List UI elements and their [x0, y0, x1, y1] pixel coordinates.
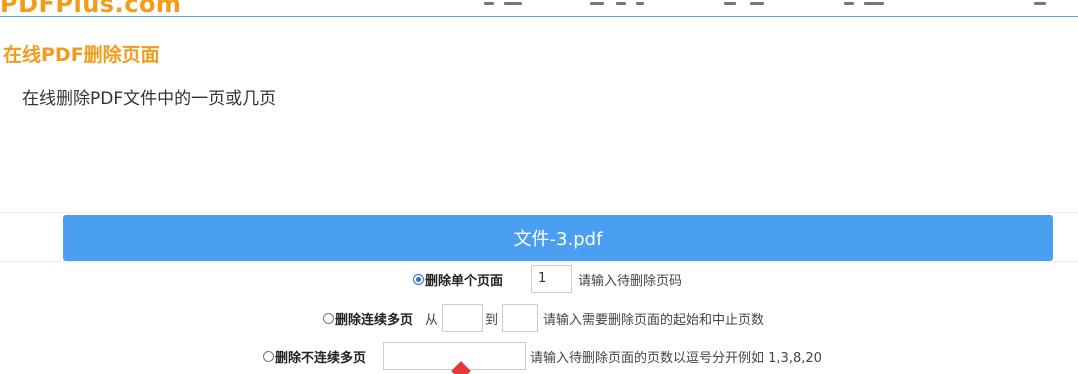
list-label[interactable]: 删除不连续多页 — [275, 347, 366, 366]
selected-file-bar[interactable]: 文件-3.pdf — [63, 215, 1053, 261]
nav-item[interactable] — [710, 0, 780, 5]
file-name: 文件-3.pdf — [513, 229, 603, 250]
file-band: 文件-3.pdf — [0, 212, 1078, 262]
nav-item[interactable] — [1020, 0, 1078, 5]
range-hint: 请输入需要删除页面的起始和中止页数 — [543, 312, 765, 328]
single-page-label[interactable]: 删除单个页面 — [425, 270, 503, 289]
list-hint: 请输入待删除页面的页数以逗号分开例如 1,3,8,20 — [530, 350, 822, 366]
range-to-label: 到 — [485, 312, 499, 328]
nav-item[interactable] — [830, 0, 900, 5]
range-to-input[interactable] — [502, 304, 539, 332]
range-radio[interactable] — [323, 312, 334, 324]
page-title: 在线PDF删除页面 — [3, 44, 160, 66]
range-label[interactable]: 删除连续多页 — [335, 309, 413, 328]
page-subtitle: 在线删除PDF文件中的一页或几页 — [22, 89, 277, 109]
nav-item[interactable] — [580, 0, 650, 5]
range-from-input[interactable] — [442, 304, 484, 332]
single-page-input[interactable]: 1 — [531, 265, 573, 293]
site-logo[interactable]: PDFPlus.com — [0, 0, 181, 16]
single-page-radio[interactable] — [413, 273, 424, 285]
range-from-label: 从 — [425, 312, 439, 328]
nav-item[interactable] — [470, 0, 540, 5]
list-radio[interactable] — [263, 350, 274, 362]
option-delete-single: 删除单个页面 1 请输入待删除页码 — [413, 265, 682, 293]
option-delete-list: 删除不连续多页 请输入待删除页面的页数以逗号分开例如 1,3,8,20 — [263, 342, 822, 370]
top-navigation-bar: PDFPlus.com — [0, 0, 1078, 17]
single-page-hint: 请输入待删除页码 — [578, 273, 683, 289]
option-delete-range: 删除连续多页 从 到 请输入需要删除页面的起始和中止页数 — [323, 304, 764, 332]
